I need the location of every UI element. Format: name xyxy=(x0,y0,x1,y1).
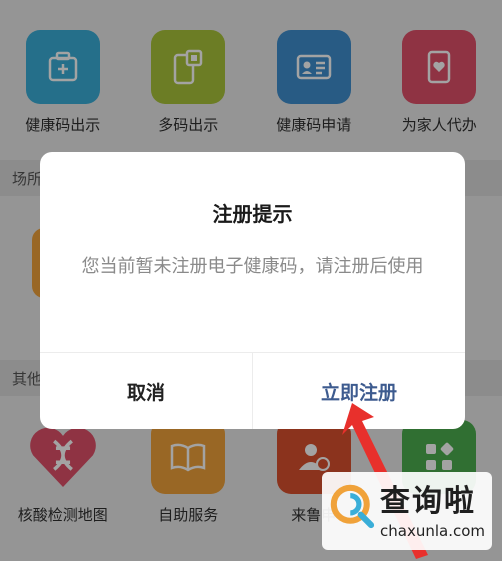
cancel-button[interactable]: 取消 xyxy=(40,353,252,429)
dialog-message: 您当前暂未注册电子健康码，请注册后使用 xyxy=(81,256,424,277)
watermark: 查询啦 chaxunla.com xyxy=(322,472,492,550)
search-logo-icon xyxy=(330,484,375,529)
watermark-url: chaxunla.com xyxy=(380,522,485,540)
dialog-title: 注册提示 xyxy=(212,202,293,226)
register-dialog: 注册提示 您当前暂未注册电子健康码，请注册后使用 取消 立即注册 xyxy=(40,152,465,429)
watermark-text: 查询啦 xyxy=(380,484,476,519)
